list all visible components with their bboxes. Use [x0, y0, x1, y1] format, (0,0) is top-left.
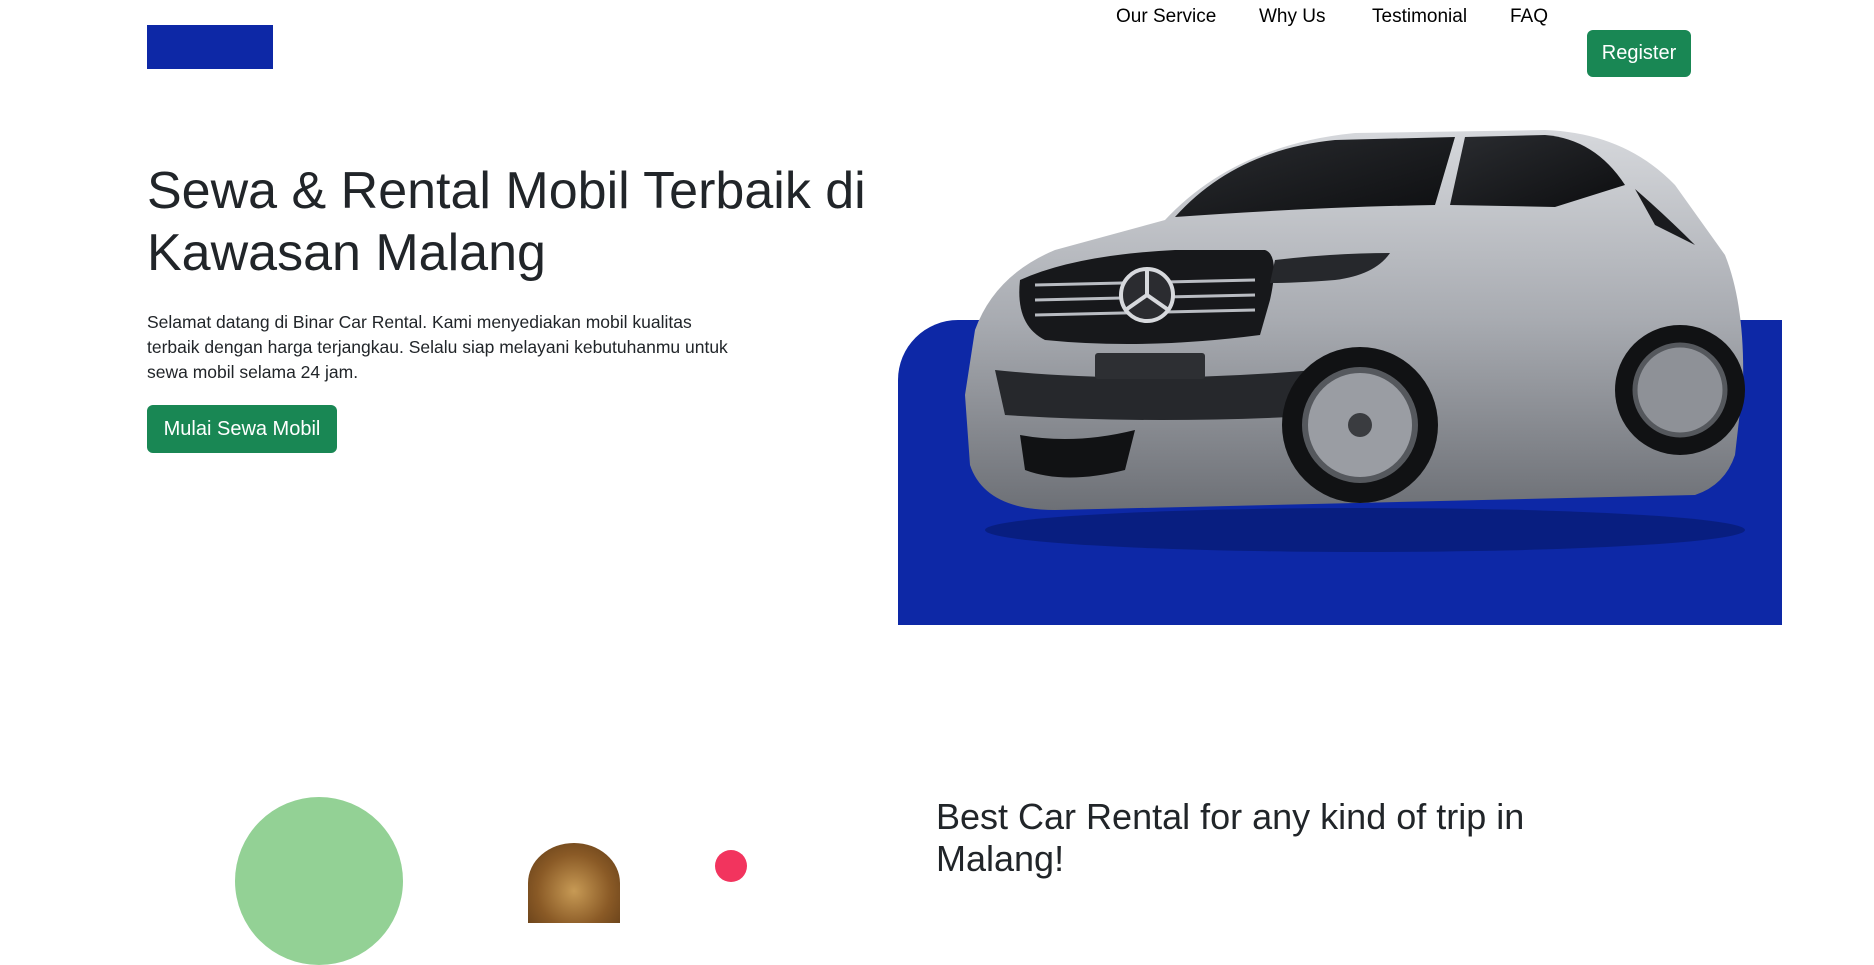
person-image [528, 843, 620, 923]
decorative-green-circle [235, 797, 403, 965]
register-button[interactable]: Register [1587, 30, 1691, 77]
hero-description: Selamat datang di Binar Car Rental. Kami… [147, 312, 728, 382]
services-title: Best Car Rental for any kind of trip in … [936, 796, 1525, 879]
hero-title: Sewa & Rental Mobil Terbaik di Kawasan M… [147, 162, 866, 282]
car-image [965, 130, 1745, 552]
start-rental-button[interactable]: Mulai Sewa Mobil [147, 405, 337, 453]
nav-faq[interactable]: FAQ [1510, 6, 1548, 28]
decorative-red-circle [715, 850, 747, 882]
nav-our-service[interactable]: Our Service [1116, 6, 1216, 28]
nav-testimonial[interactable]: Testimonial [1372, 6, 1467, 28]
logo[interactable] [147, 25, 273, 69]
nav-why-us[interactable]: Why Us [1259, 6, 1326, 28]
